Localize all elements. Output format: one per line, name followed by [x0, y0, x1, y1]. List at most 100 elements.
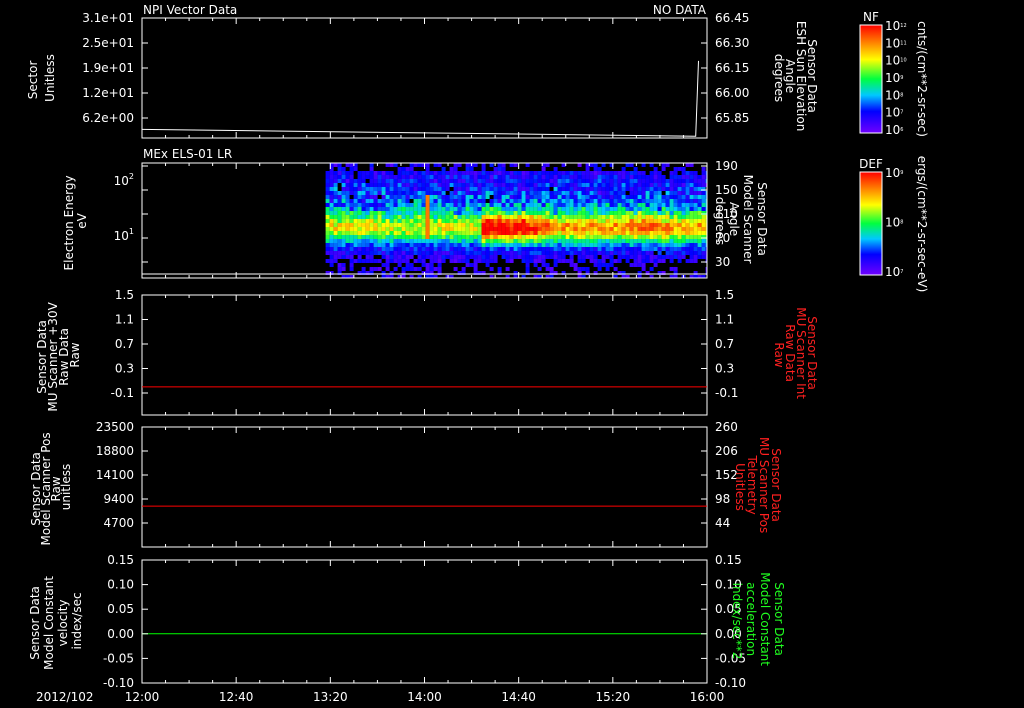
left-tick-label: -0.1: [111, 386, 134, 400]
right-tick-label: 0.15: [715, 553, 742, 567]
right-tick-label: 65.85: [715, 111, 749, 125]
colorbar-tick-label: 108: [885, 88, 903, 102]
colorbar-tick-label: 108: [885, 216, 903, 230]
left-tick-label: 101: [114, 227, 134, 243]
left-axis-label-line2: eV: [75, 212, 89, 228]
left-axis-label-line3: velocity: [56, 599, 70, 646]
right-axis-label-line3: acceleration: [744, 582, 758, 656]
left-tick-labels: 102 101: [114, 172, 134, 243]
left-tick-label: 18800: [96, 444, 134, 458]
colorbar-nf-gradient: [859, 24, 883, 134]
time-tick-label: 13:20: [313, 690, 348, 704]
left-tick-label: 4700: [103, 516, 134, 530]
svg-text:Sensor Data Model Scanne: Sensor Data Model Scanner Pos Raw unitle…: [29, 429, 73, 546]
right-tick-label: 66.15: [715, 61, 749, 75]
colorbar-nf-ticks: 1012 1011 1010 109 108 107 106: [885, 19, 907, 137]
right-axis-label-line2: Model Constant: [758, 572, 772, 666]
left-tick-label: 3.1e+01: [82, 11, 134, 25]
time-tick-label: 12:40: [219, 690, 254, 704]
right-tick-label: 150: [715, 183, 738, 197]
left-axis-label-line1: Sector: [26, 61, 40, 100]
left-tick-labels: 3.1e+01 2.5e+01 1.9e+01 1.2e+01 6.2e+00: [82, 11, 134, 125]
colorbar-tick-label: 1011: [885, 36, 907, 50]
svg-text:Sector Unitless: Sector Unitless: [26, 54, 57, 102]
right-axis-label-line1: Sensor Data: [772, 582, 786, 656]
time-tick-label: 14:00: [407, 690, 442, 704]
left-tick-label: 0.10: [107, 578, 134, 592]
colorbar-def-title: DEF: [859, 157, 883, 171]
sun-elevation-series: [141, 60, 699, 137]
colorbar-def-label: ergs/(cm**2-sr-sec-eV): [915, 156, 929, 293]
left-tick-label: 0.3: [115, 362, 134, 376]
left-axis-label-line4: index/sec: [70, 592, 84, 649]
time-tick-label: 16:00: [690, 690, 725, 704]
left-tick-label: 0.15: [107, 553, 134, 567]
right-axis-label-line4: Unitless: [733, 463, 747, 511]
colorbar-nf: NF 1012 1011 1010 109 108 107 106 cnts/(cm**2-…: [859, 10, 929, 137]
right-axis-label-line1: Sensor Data: [755, 182, 769, 256]
els-label: MEx ELS-01 LR: [143, 147, 232, 161]
right-tick-label: 206: [715, 444, 738, 458]
left-tick-label: 6.2e+00: [82, 111, 134, 125]
svg-text:Sensor Data Model Consta: Sensor Data Model Constant velocity inde…: [28, 572, 84, 670]
time-tick-label: 12:00: [125, 690, 160, 704]
colorbar-tick-label: 1012: [885, 19, 907, 33]
left-tick-label: -0.05: [103, 651, 134, 665]
right-tick-label: 1.5: [715, 288, 734, 302]
svg-text:Sensor Data MU Scanner I: Sensor Data MU Scanner Int Raw Data Raw: [772, 307, 819, 403]
colorbar-tick-label: 109: [885, 71, 903, 85]
left-tick-label: 23500: [96, 420, 134, 434]
svg-text:Sensor Data ESH Sun Elev: Sensor Data ESH Sun Elevation Angle degr…: [772, 21, 819, 135]
colorbar-def-ticks: 109 108 107: [885, 166, 903, 279]
right-tick-labels: 66.45 66.30 66.15 66.00 65.85: [715, 11, 749, 125]
svg-text:Sensor Data MU Scanner +: Sensor Data MU Scanner +30V Raw Data Raw: [35, 298, 82, 411]
right-tick-label: -0.1: [715, 386, 738, 400]
left-tick-labels: 1.5 1.1 0.7 0.3 -0.1: [111, 288, 134, 400]
left-tick-label: -0.10: [103, 676, 134, 690]
colorbar-def: DEF 109 108 107 ergs/(cm**2-sr-sec-eV): [859, 156, 929, 293]
right-axis-label-line2: Model Scanner: [741, 175, 755, 264]
instrument-label: NPI Vector Data: [143, 3, 237, 17]
left-tick-label: 0.00: [107, 627, 134, 641]
left-tick-labels: 0.15 0.10 0.05 0.00 -0.05 -0.10: [103, 553, 134, 690]
time-tick-label: 15:20: [596, 690, 631, 704]
time-tick-label: 14:40: [501, 690, 536, 704]
colorbar-tick-label: 107: [885, 265, 903, 279]
right-tick-label: 0.3: [715, 362, 734, 376]
right-tick-label: 260: [715, 420, 738, 434]
panel-scanner-pos: 23500188001410094004700 2602061529844 Se…: [29, 420, 783, 548]
panel-electron-energy: MEx ELS-01 LR 102101 1901501107030 Elect…: [62, 147, 769, 279]
colorbar-tick-label: 1010: [885, 54, 907, 68]
right-tick-label: 66.00: [715, 86, 749, 100]
left-tick-label: 1.1: [115, 313, 134, 327]
colorbar-nf-title: NF: [863, 10, 879, 24]
left-axis-label-line1: Electron Energy: [62, 175, 76, 270]
colorbar-def-gradient: [859, 171, 883, 276]
left-tick-label: 0.05: [107, 602, 134, 616]
left-axis-label-line2: Model Constant: [42, 576, 56, 670]
left-tick-label: 1.2e+01: [82, 86, 134, 100]
left-axis-label-line1: Sensor Data: [28, 586, 42, 660]
left-axis-label-line4: unitless: [59, 464, 73, 510]
right-tick-label: 66.45: [715, 11, 749, 25]
axis-ticks: [141, 17, 708, 138]
axis-ticks: [141, 559, 708, 684]
left-tick-labels: 23500 18800 14100 9400 4700: [96, 420, 134, 530]
svg-text:Electron Energy eV: Electron Energy eV: [62, 172, 89, 271]
right-axis-label-line3: Angle: [727, 202, 741, 236]
right-tick-label: 30: [715, 255, 730, 269]
right-tick-label: 0.7: [715, 337, 734, 351]
left-axis-label-line4: Raw: [68, 342, 82, 367]
colorbar-tick-label: 107: [885, 106, 903, 120]
panel-model-constant: 0.15 0.10 0.05 0.00 -0.05 -0.10 0.15 0.10 0.05 0…: [28, 553, 786, 690]
left-axis-label-line2: Unitless: [43, 54, 57, 102]
right-tick-label: 66.30: [715, 36, 749, 50]
left-tick-label: 1.5: [115, 288, 134, 302]
right-tick-label: 44: [715, 516, 730, 530]
panel-mu-scanner-raw: 1.5 1.1 0.7 0.3 -0.1 1.5 1.1 0.7 0.3 -0.1 Sensor…: [35, 288, 819, 416]
spectrogram-cells: [325, 163, 707, 278]
left-tick-label: 0.7: [115, 337, 134, 351]
svg-text:Sensor Data Model Consta: Sensor Data Model Constant acceleration …: [730, 572, 786, 670]
left-tick-label: 9400: [103, 492, 134, 506]
right-axis-label-line4: index/sec**2: [730, 583, 744, 660]
